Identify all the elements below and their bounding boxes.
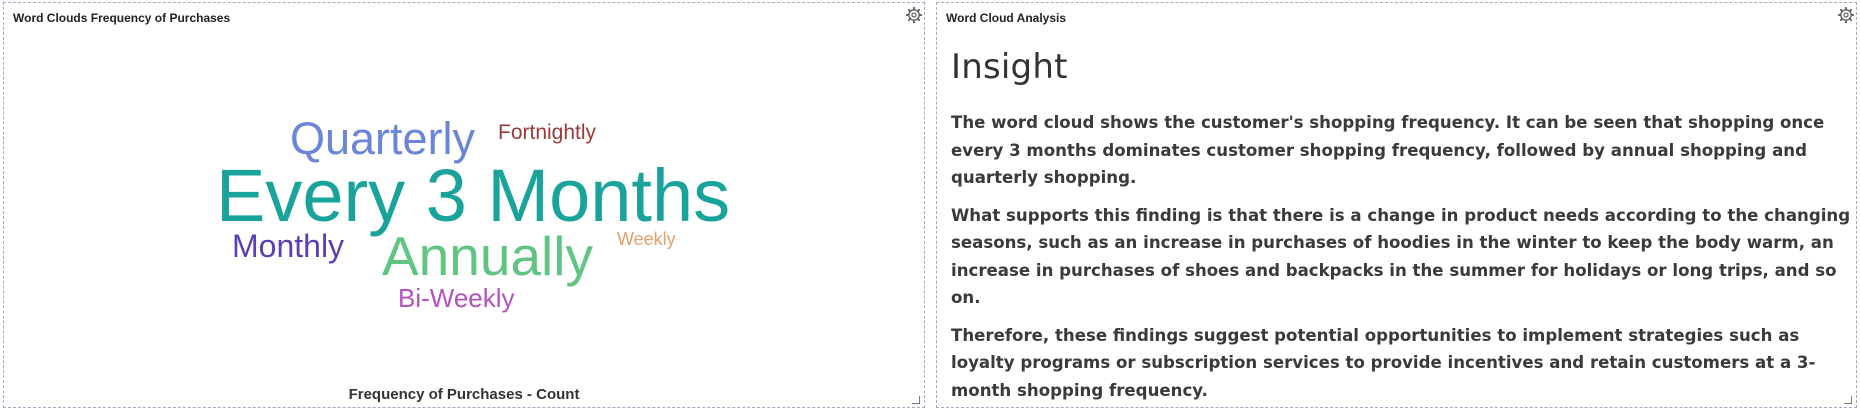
insight-paragraph: Therefore, these findings suggest potent… <box>951 325 1816 400</box>
word-cloud-caption: Frequency of Purchases - Count <box>348 386 580 403</box>
word-weekly: Weekly <box>617 229 676 249</box>
resize-handle-icon[interactable] <box>1844 396 1852 404</box>
resize-handle-icon[interactable] <box>912 396 920 404</box>
word-quarterly: Quarterly <box>290 113 476 164</box>
word-monthly: Monthly <box>232 228 345 264</box>
insight-paragraph: What supports this finding is that there… <box>951 205 1851 308</box>
gear-icon[interactable] <box>1837 6 1855 24</box>
insight-paragraph: The word cloud shows the customer's shop… <box>951 113 1825 187</box>
panel-title: Word Cloud Analysis <box>946 11 1067 25</box>
dashboard: Word Clouds Frequency of Purchases Every <box>0 0 1860 411</box>
word-fortnightly: Fortnightly <box>498 121 597 144</box>
word-cloud: Every 3 Months Annually Quarterly Monthl… <box>4 3 924 407</box>
insight-heading: Insight <box>951 47 1068 87</box>
word-cloud-panel: Word Clouds Frequency of Purchases Every <box>3 2 925 408</box>
insight-text: The word cloud shows the customer's shop… <box>951 109 1851 411</box>
word-bi-weekly: Bi-Weekly <box>398 283 515 313</box>
word-every-3-months: Every 3 Months <box>216 154 731 237</box>
analysis-panel: Word Cloud Analysis Insight The word clo… <box>936 2 1857 408</box>
word-annually: Annually <box>382 225 593 287</box>
